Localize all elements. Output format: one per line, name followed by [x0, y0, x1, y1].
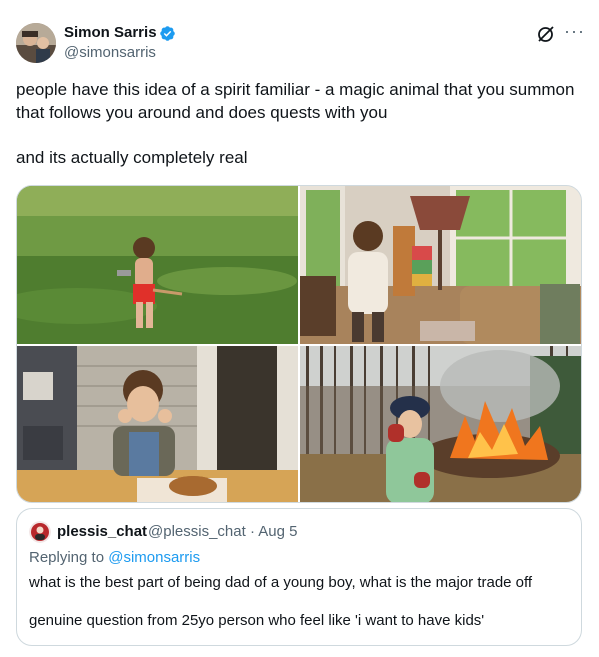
replying-to-mention[interactable]: @simonsarris: [108, 549, 200, 566]
quoted-author-avatar[interactable]: [29, 521, 51, 543]
tweet-paragraph: people have this idea of a spirit famili…: [16, 80, 575, 122]
author-name[interactable]: Simon Sarris: [64, 23, 157, 43]
quoted-tweet[interactable]: plessis_chat @plessis_chat · Aug 5 Reply…: [16, 508, 582, 646]
tweet-text: people have this idea of a spirit famili…: [16, 78, 576, 169]
author-handle[interactable]: @simonsarris: [64, 43, 156, 63]
tweet: Simon Sarris @simonsarris ··· people hav…: [0, 0, 599, 657]
quoted-paragraph: what is the best part of being dad of a …: [29, 574, 533, 591]
tweet-paragraph: and its actually completely real: [16, 148, 248, 167]
quoted-paragraph: genuine question from 25yo person who fe…: [29, 612, 485, 629]
grok-icon[interactable]: [536, 24, 556, 44]
child-eating-at-table-photo[interactable]: [17, 346, 298, 502]
child-stacking-blocks-photo[interactable]: [300, 186, 581, 344]
quoted-date[interactable]: Aug 5: [258, 523, 297, 540]
child-running-in-field-photo[interactable]: [17, 186, 298, 344]
replying-to: Replying to @simonsarris: [29, 549, 200, 566]
media-grid: [16, 185, 582, 503]
replying-to-prefix: Replying to: [29, 549, 109, 566]
child-by-bonfire-photo[interactable]: [300, 346, 581, 502]
more-options-icon[interactable]: ···: [564, 22, 584, 44]
verified-badge-icon: [160, 26, 175, 41]
quoted-text: what is the best part of being dad of a …: [29, 573, 569, 631]
quoted-author-name[interactable]: plessis_chat: [57, 523, 147, 540]
author-avatar[interactable]: [16, 23, 56, 63]
quoted-meta: @plessis_chat · Aug 5: [148, 523, 298, 540]
quoted-author-handle[interactable]: @plessis_chat: [148, 523, 250, 540]
